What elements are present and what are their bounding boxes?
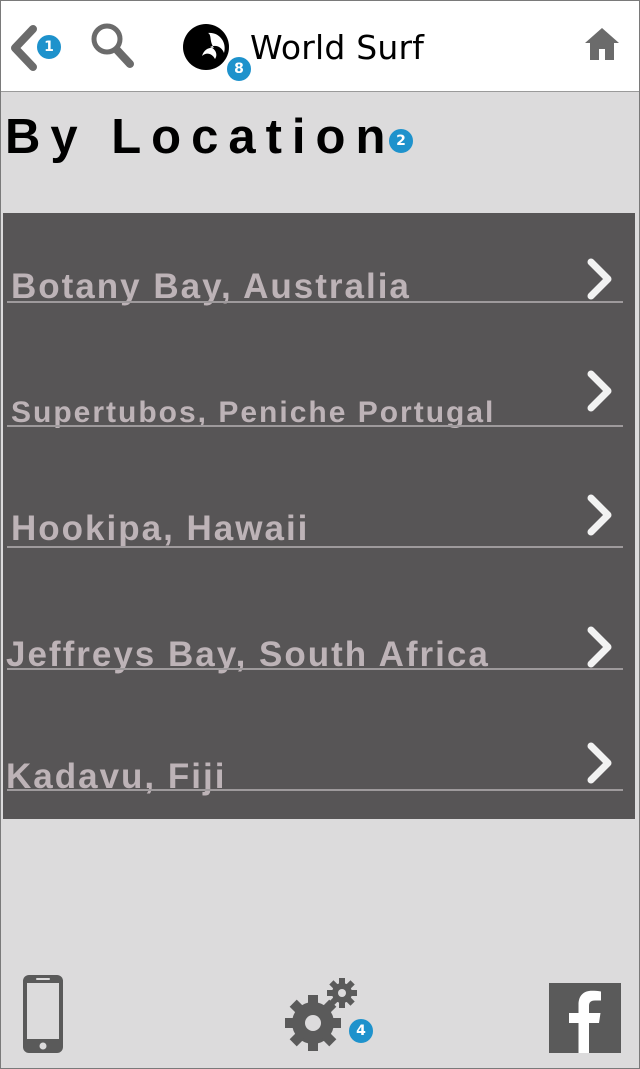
location-label: Kadavu, Fiji xyxy=(6,757,227,796)
facebook-icon[interactable] xyxy=(549,983,621,1053)
chevron-right-icon xyxy=(587,494,612,536)
item-divider xyxy=(7,425,623,427)
page-title-text: By Location xyxy=(5,110,396,164)
settings-help-badge: 4 xyxy=(347,1017,375,1045)
chevron-right-icon xyxy=(587,370,612,412)
chevron-right-icon xyxy=(587,626,612,668)
chevron-right-icon xyxy=(587,258,612,300)
item-divider xyxy=(7,668,623,670)
logo-help-badge: 8 xyxy=(225,55,253,83)
item-divider xyxy=(7,789,623,791)
app-screen: 1 8 World Surf By Location 2 Botany Bay,… xyxy=(0,0,640,1069)
phone-icon[interactable] xyxy=(21,973,65,1055)
location-item-jeffreys-bay[interactable]: Jeffreys Bay, South Africa xyxy=(3,583,635,703)
app-title: World Surf xyxy=(250,28,425,67)
location-label: Hookipa, Hawaii xyxy=(11,509,310,548)
page-title: By Location xyxy=(5,107,395,167)
location-list: Botany Bay, Australia Supertubos, Penich… xyxy=(3,213,635,819)
location-label: Supertubos, Peniche Portugal xyxy=(11,396,496,429)
location-item-supertubos[interactable]: Supertubos, Peniche Portugal xyxy=(3,337,635,457)
location-item-hookipa[interactable]: Hookipa, Hawaii xyxy=(3,461,635,581)
chevron-right-icon xyxy=(587,742,612,784)
item-divider xyxy=(7,301,623,303)
logo-icon xyxy=(183,24,229,70)
search-icon[interactable] xyxy=(89,21,135,69)
settings-icon[interactable] xyxy=(283,977,359,1053)
top-bar: 1 8 World Surf xyxy=(1,1,639,92)
item-divider xyxy=(7,546,623,548)
back-help-badge: 1 xyxy=(35,33,63,61)
home-icon[interactable] xyxy=(583,25,621,63)
location-item-kadavu[interactable]: Kadavu, Fiji xyxy=(3,707,635,827)
title-help-badge: 2 xyxy=(387,127,415,155)
location-item-botany-bay[interactable]: Botany Bay, Australia xyxy=(3,213,635,333)
